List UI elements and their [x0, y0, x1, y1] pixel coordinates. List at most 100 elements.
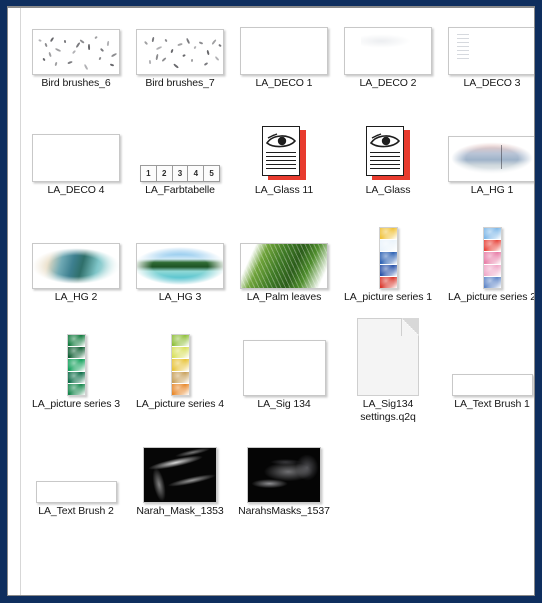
brush-stroke-mark — [87, 43, 91, 51]
color-table-cell-5: 5 — [209, 169, 214, 178]
thumbnail-text-brush-strip — [35, 481, 117, 503]
brush-stroke-mark — [170, 48, 174, 54]
page-fold-shade — [401, 318, 419, 336]
file-thumbnail — [130, 226, 230, 289]
series-frame-2 — [67, 347, 85, 360]
file-item-label: LA_Glass 11 — [254, 184, 314, 196]
file-item-label: LA_picture series 3 — [32, 398, 120, 410]
deco-tick-marks — [457, 34, 469, 60]
thumbnail-bird-brushes — [32, 29, 120, 75]
brush-stroke-mark — [75, 41, 81, 49]
brush-stroke-mark — [83, 63, 89, 71]
series-frame-1 — [379, 228, 397, 241]
file-thumbnail — [130, 440, 230, 503]
explorer-content-frame: Bird brushes_6 Bird brushes_7 LA_DECO 1 LA_… — [7, 6, 535, 596]
thumbnail-image-hg2 — [32, 243, 120, 289]
file-item-la-deco-2[interactable]: LA_DECO 2 — [336, 12, 440, 119]
brush-stroke-mark — [218, 43, 222, 48]
series-frame-4 — [171, 371, 189, 384]
file-item-bird-brushes-7[interactable]: Bird brushes_7 — [128, 12, 232, 119]
file-item-la-sig134-settings-q2q[interactable]: LA_Sig134 settings.q2q — [336, 318, 440, 440]
brush-stroke-mark — [48, 51, 52, 58]
brush-stroke-mark — [71, 49, 77, 55]
file-item-label: LA_Text Brush 2 — [38, 505, 114, 517]
file-item-label: Narah_Mask_1353 — [136, 505, 224, 517]
series-frame-4 — [67, 371, 85, 384]
brush-stroke-mark — [155, 53, 159, 61]
file-item-label: LA_Farbtabelle — [145, 184, 215, 196]
file-item-la-text-brush-1[interactable]: LA_Text Brush 1 — [440, 333, 534, 440]
thumbnail-bird-brushes — [136, 29, 224, 75]
file-item-label: LA_DECO 3 — [463, 77, 521, 89]
file-item-label: LA_DECO 4 — [47, 184, 105, 196]
series-frame-2 — [379, 240, 397, 253]
thumbnail-image-mask1 — [143, 447, 217, 503]
thumbnail-blank-canvas — [240, 27, 328, 75]
eye-icon — [369, 132, 401, 149]
file-item-label: Bird brushes_6 — [41, 77, 111, 89]
navigation-pane-gutter — [8, 8, 21, 595]
brush-stroke-mark — [190, 58, 194, 63]
file-item-label: LA_HG 1 — [470, 184, 514, 196]
file-item-label: LA_Palm leaves — [246, 291, 322, 303]
file-item-la-deco-3[interactable]: LA_DECO 3 — [440, 12, 534, 119]
file-thumbnail — [26, 12, 126, 75]
deco-smudge — [361, 34, 411, 48]
brush-stroke-mark — [63, 39, 67, 44]
brush-stroke-mark — [182, 53, 186, 58]
file-item-la-hg-3[interactable]: LA_HG 3 — [128, 226, 232, 333]
series-frame-1 — [171, 335, 189, 348]
series-frame-4 — [379, 264, 397, 277]
file-item-label: NarahsMasks_1537 — [238, 505, 330, 517]
thumbnail-image-palm — [240, 243, 328, 289]
brush-stroke-mark — [110, 52, 118, 58]
thumbnail-image-content — [144, 448, 216, 502]
thumbnail-blank-canvas — [32, 134, 120, 182]
series-frame-5 — [483, 276, 501, 289]
color-table-cell-3: 3 — [173, 166, 189, 181]
brush-stroke-mark — [44, 42, 48, 48]
series-frame-5 — [379, 276, 397, 289]
thumbnail-image-hg1 — [448, 136, 534, 182]
brush-stroke-mark — [198, 41, 204, 45]
file-item-la-text-brush-2[interactable]: LA_Text Brush 2 — [24, 440, 128, 547]
file-item-la-deco-1[interactable]: LA_DECO 1 — [232, 12, 336, 119]
file-item-la-farbtabelle[interactable]: 1 2 3 4 5 LA_Farbtabelle — [128, 119, 232, 226]
file-thumbnail — [234, 12, 334, 75]
file-item-la-hg-2[interactable]: LA_HG 2 — [24, 226, 128, 333]
file-thumbnail — [338, 226, 438, 289]
brush-stroke-mark — [42, 57, 46, 62]
brush-stroke-mark — [177, 42, 183, 47]
file-item-la-palm-leaves[interactable]: LA_Palm leaves — [232, 226, 336, 333]
file-items-view[interactable]: Bird brushes_6 Bird brushes_7 LA_DECO 1 LA_… — [22, 8, 534, 595]
color-table-cell-4: 4 — [188, 166, 205, 181]
brush-stroke-mark — [38, 39, 42, 42]
file-item-la-picture-series-4[interactable]: LA_picture series 4 — [128, 333, 232, 440]
file-item-label: LA_Glass — [365, 184, 411, 196]
file-item-la-glass[interactable]: LA_Glass — [336, 119, 440, 226]
file-item-la-hg-1[interactable]: LA_HG 1 — [440, 119, 534, 226]
file-thumbnail — [338, 119, 438, 182]
file-item-la-sig-134[interactable]: LA_Sig 134 — [232, 333, 336, 440]
file-item-narahsmasks-1537[interactable]: NarahsMasks_1537 — [232, 440, 336, 547]
file-thumbnail — [442, 119, 534, 182]
file-item-bird-brushes-6[interactable]: Bird brushes_6 — [24, 12, 128, 119]
brush-stroke-mark — [67, 60, 73, 65]
file-thumbnail — [26, 333, 126, 396]
thumbnail-picture-series-strip — [170, 334, 190, 396]
brush-stroke-mark — [151, 36, 155, 43]
file-item-la-picture-series-1[interactable]: LA_picture series 1 — [336, 226, 440, 333]
brush-stroke-mark — [94, 35, 98, 40]
file-item-label: Bird brushes_7 — [145, 77, 215, 89]
file-item-la-picture-series-3[interactable]: LA_picture series 3 — [24, 333, 128, 440]
file-item-la-picture-series-2[interactable]: LA_picture series 2 — [440, 226, 534, 333]
file-item-la-glass-11[interactable]: LA_Glass 11 — [232, 119, 336, 226]
file-thumbnail — [442, 333, 534, 396]
thumbnail-image-content — [449, 137, 534, 181]
file-item-label: LA_DECO 1 — [255, 77, 313, 89]
thumbnail-generic-file-icon — [357, 318, 419, 396]
file-item-narah-mask-1353[interactable]: Narah_Mask_1353 — [128, 440, 232, 547]
file-item-la-deco-4[interactable]: LA_DECO 4 — [24, 119, 128, 226]
file-thumbnail — [234, 333, 334, 396]
brush-stroke-mark — [161, 57, 167, 62]
